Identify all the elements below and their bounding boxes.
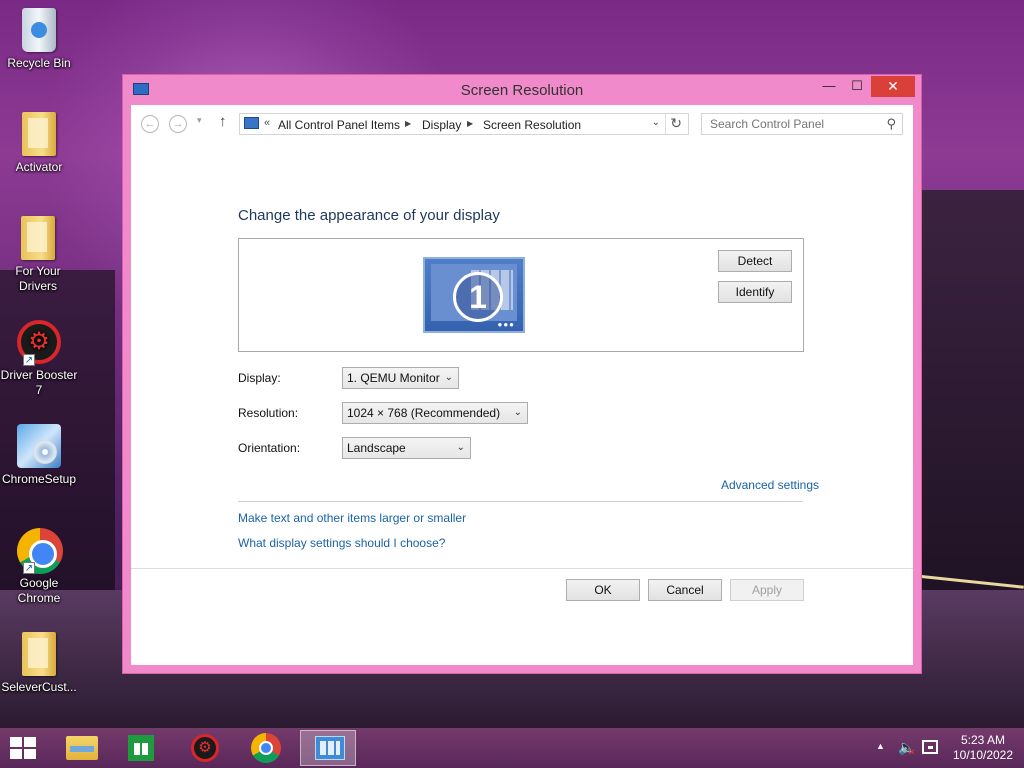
- desktop-icon-google-chrome[interactable]: ↗ Google Chrome: [0, 528, 78, 606]
- monitor-number: 1: [453, 272, 503, 322]
- window-title: Screen Resolution: [460, 82, 584, 99]
- driver-booster-icon: ↗: [17, 320, 61, 366]
- monitor-screen: 1: [431, 264, 517, 322]
- identify-button[interactable]: Identify: [718, 281, 792, 303]
- desktop-icon-selevercust[interactable]: SeleverCust...: [0, 632, 78, 695]
- shortcut-arrow-icon: ↗: [23, 354, 35, 366]
- clock-date: 10/10/2022: [952, 748, 1014, 762]
- desktop-icon-label: Recycle Bin: [7, 56, 71, 70]
- driver-booster-icon: ⚙: [191, 734, 219, 762]
- search-icon[interactable]: ⚲: [886, 116, 896, 132]
- divider: [238, 501, 803, 502]
- chevron-down-icon: ⌄: [444, 372, 453, 383]
- windows-logo-icon: [24, 737, 36, 747]
- close-button[interactable]: ✕: [871, 76, 915, 97]
- screen-resolution-icon: [315, 736, 345, 760]
- show-hidden-icons-chevron-icon[interactable]: ▲: [876, 741, 885, 751]
- breadcrumb-arrow-icon[interactable]: ▶: [467, 119, 473, 128]
- monitor-1-thumbnail[interactable]: 1 ●●●: [423, 257, 525, 333]
- taskbar-driver-booster[interactable]: ⚙: [177, 730, 233, 766]
- store-icon: [128, 735, 154, 761]
- folder-icon: [17, 112, 61, 156]
- taskbar-file-explorer[interactable]: [53, 730, 109, 766]
- display-label: Display:: [238, 371, 281, 385]
- search-input[interactable]: [702, 114, 877, 134]
- display-select[interactable]: 1. QEMU Monitor ⌄: [342, 367, 459, 389]
- maximize-button[interactable]: ☐: [843, 76, 871, 97]
- desktop-icon-recycle-bin[interactable]: Recycle Bin: [0, 8, 78, 71]
- screen-resolution-window: Screen Resolution — ☐ ✕ ← → ▾ ↑ « All Co…: [122, 74, 922, 674]
- back-button[interactable]: ←: [141, 115, 159, 133]
- system-clock[interactable]: 5:23 AM 10/10/2022: [948, 733, 1018, 763]
- ok-button[interactable]: OK: [566, 579, 640, 601]
- desktop-icon-label: For Your Drivers: [15, 264, 61, 293]
- breadcrumb-arrow-icon[interactable]: ▶: [405, 119, 411, 128]
- desktop-icon-activator[interactable]: Activator: [0, 112, 78, 175]
- resolution-select[interactable]: 1024 × 768 (Recommended) ⌄: [342, 402, 528, 424]
- display-select-value: 1. QEMU Monitor: [347, 371, 440, 385]
- shortcut-arrow-icon: ↗: [23, 562, 35, 574]
- orientation-select-value: Landscape: [347, 441, 406, 455]
- display-preview-panel: 1 ●●● Detect Identify: [238, 238, 804, 352]
- desktop-icon-chromesetup[interactable]: ChromeSetup: [0, 424, 78, 487]
- chrome-icon: [251, 733, 281, 763]
- taskbar-screen-resolution[interactable]: [300, 730, 356, 766]
- network-icon[interactable]: [922, 740, 938, 754]
- breadcrumb-display[interactable]: Display: [422, 118, 461, 132]
- chrome-icon: ↗: [17, 528, 63, 574]
- desktop-icon-label: Google Chrome: [17, 576, 61, 605]
- up-button[interactable]: ↑: [219, 113, 227, 130]
- forward-button[interactable]: →: [169, 115, 187, 133]
- page-heading: Change the appearance of your display: [238, 207, 500, 224]
- minimize-button[interactable]: —: [815, 76, 843, 97]
- recent-locations-chevron-icon[interactable]: ▾: [197, 115, 202, 126]
- chevron-down-icon: ⌄: [456, 442, 465, 453]
- desktop-icon-driver-booster[interactable]: ↗ Driver Booster 7: [0, 320, 78, 398]
- text-size-link[interactable]: Make text and other items larger or smal…: [238, 511, 466, 525]
- recycle-bin-icon: [17, 8, 61, 52]
- address-overflow-chevron[interactable]: «: [264, 117, 270, 129]
- desktop-icon-for-your-drivers[interactable]: For Your Drivers: [0, 216, 76, 294]
- address-bar[interactable]: « All Control Panel Items ▶ Display ▶ Sc…: [239, 113, 689, 135]
- navigation-bar: ← → ▾ ↑ « All Control Panel Items ▶ Disp…: [131, 105, 913, 143]
- folder-icon: [17, 632, 61, 676]
- muted-x-icon: ✕: [908, 747, 916, 757]
- setup-cd-icon: [17, 424, 61, 468]
- apply-button[interactable]: Apply: [730, 579, 804, 601]
- detect-button[interactable]: Detect: [718, 250, 792, 272]
- breadcrumb-screen-resolution[interactable]: Screen Resolution: [483, 118, 581, 132]
- advanced-settings-link[interactable]: Advanced settings: [721, 478, 819, 492]
- orientation-select[interactable]: Landscape ⌄: [342, 437, 471, 459]
- address-divider: [665, 114, 666, 134]
- desktop-icon-label: SeleverCust...: [1, 680, 77, 694]
- taskbar-chrome[interactable]: [238, 730, 294, 766]
- display-settings-help-link[interactable]: What display settings should I choose?: [238, 536, 445, 550]
- refresh-icon[interactable]: ↻: [670, 115, 682, 132]
- orientation-label: Orientation:: [238, 441, 301, 455]
- resolution-label: Resolution:: [238, 406, 299, 420]
- control-panel-icon: [244, 117, 259, 129]
- taskbar: ⚙ ▲ 🔈 ✕ 5:23 AM 10/10/2022: [0, 728, 1024, 768]
- chevron-down-icon: ⌄: [513, 407, 522, 418]
- title-bar[interactable]: Screen Resolution — ☐ ✕: [123, 75, 921, 105]
- windows-logo-icon: [10, 737, 22, 747]
- folder-icon: [16, 216, 60, 260]
- breadcrumb-all-control-panel-items[interactable]: All Control Panel Items: [278, 118, 400, 132]
- taskbar-store[interactable]: [112, 730, 168, 766]
- wallpaper-building: [914, 190, 1024, 610]
- resolution-select-value: 1024 × 768 (Recommended): [347, 406, 501, 420]
- windows-logo-icon: [24, 749, 36, 759]
- desktop-icon-label: Activator: [15, 160, 63, 174]
- monitor-status-dots-icon: ●●●: [497, 320, 515, 329]
- desktop-icon-label: ChromeSetup: [1, 472, 77, 486]
- start-button[interactable]: [10, 737, 38, 759]
- search-box[interactable]: ⚲: [701, 113, 903, 135]
- cancel-button[interactable]: Cancel: [648, 579, 722, 601]
- clock-time: 5:23 AM: [960, 733, 1006, 747]
- address-dropdown-chevron-icon[interactable]: ⌄: [652, 117, 660, 128]
- desktop-icon-label: Driver Booster 7: [0, 368, 78, 397]
- file-explorer-icon: [66, 736, 98, 760]
- windows-logo-icon: [10, 749, 22, 759]
